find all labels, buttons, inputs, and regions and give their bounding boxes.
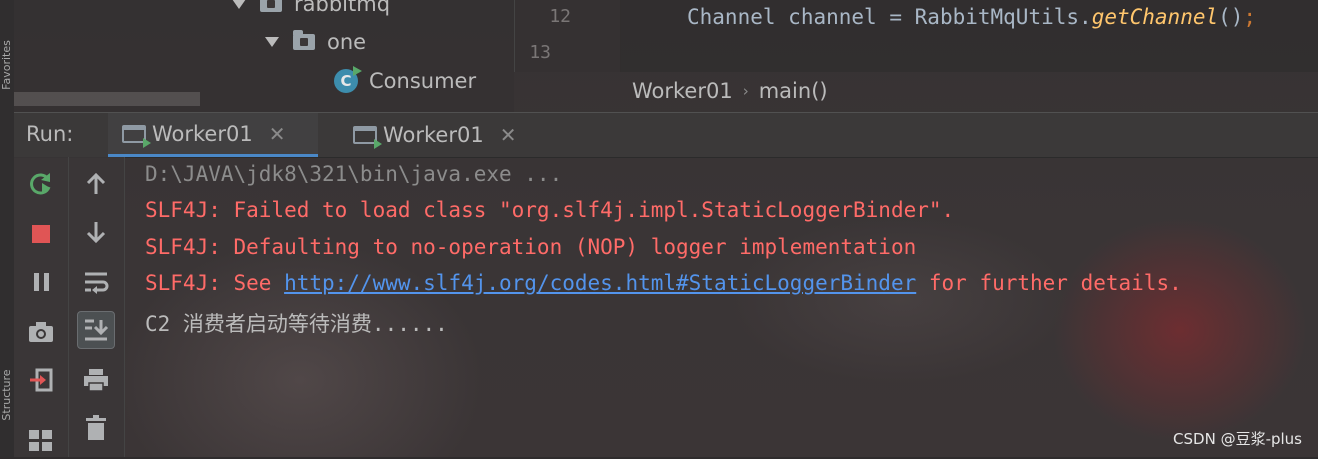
run-toolbar-primary <box>14 157 69 457</box>
console-output[interactable]: D:\JAVA\jdk8\321\bin\java.exe ... SLF4J:… <box>124 157 1318 457</box>
trash-icon[interactable] <box>77 409 115 447</box>
run-toolbar-secondary <box>69 157 125 457</box>
down-arrow-icon[interactable] <box>77 213 115 251</box>
line-number: 12 <box>549 6 571 27</box>
stop-icon[interactable] <box>22 215 60 253</box>
java-class-icon: C <box>334 66 362 93</box>
tab-label: Worker01 <box>383 123 484 147</box>
close-icon[interactable]: ✕ <box>269 122 286 146</box>
package-folder-icon <box>260 0 282 12</box>
side-tool-strip: Favorites Structure <box>0 0 14 457</box>
login-icon[interactable] <box>22 361 60 399</box>
structure-tool-label[interactable]: Structure <box>0 358 14 432</box>
console-error-line: SLF4J: Failed to load class "org.slf4j.i… <box>145 198 955 222</box>
run-tab-bar: Run: Worker01 ✕ Worker01 ✕ <box>14 112 1318 158</box>
scroll-to-end-icon[interactable] <box>77 311 115 349</box>
tab-worker01[interactable]: Worker01 ✕ <box>353 113 563 157</box>
breadcrumb-method[interactable]: main() <box>759 79 828 103</box>
package-folder-icon <box>293 30 315 50</box>
editor-gutter: 12 13 <box>514 0 621 72</box>
tree-item-one[interactable]: one <box>265 24 366 60</box>
close-icon[interactable]: ✕ <box>500 123 517 147</box>
docs-link[interactable]: http://www.slf4j.org/codes.html#StaticLo… <box>284 271 916 295</box>
breadcrumb-class[interactable]: Worker01 <box>632 79 733 103</box>
console-line: C2 消费者启动等待消费...... <box>145 312 448 336</box>
tab-label: Worker01 <box>152 121 253 146</box>
tab-worker01-active[interactable]: Worker01 ✕ <box>108 113 318 157</box>
console-error-line: SLF4J: See http://www.slf4j.org/codes.ht… <box>145 271 1182 295</box>
expand-arrow-icon[interactable] <box>232 0 246 9</box>
up-arrow-icon[interactable] <box>77 165 115 203</box>
pause-icon[interactable] <box>22 263 60 301</box>
project-tree: rabbitmq one C Consumer <box>14 0 514 112</box>
chevron-right-icon: › <box>742 82 749 100</box>
tree-item-label: rabbitmq <box>294 0 391 16</box>
expand-arrow-icon[interactable] <box>265 37 279 47</box>
code-line: Channel channel = RabbitMqUtils.getChann… <box>687 5 1257 29</box>
tree-item-consumer[interactable]: C Consumer <box>334 63 476 99</box>
console-line: D:\JAVA\jdk8\321\bin\java.exe ... <box>145 162 563 186</box>
favorites-tool-label[interactable]: Favorites <box>0 28 14 102</box>
tree-item-label: one <box>327 30 367 54</box>
tree-item-rabbitmq[interactable]: rabbitmq <box>232 0 390 22</box>
console-error-line: SLF4J: Defaulting to no-operation (NOP) … <box>145 235 917 259</box>
watermark: CSDN @豆浆-plus <box>1173 430 1302 448</box>
layout-icon[interactable] <box>22 421 60 459</box>
tree-horizontal-scrollbar[interactable] <box>14 92 200 106</box>
print-icon[interactable] <box>77 361 115 399</box>
run-config-icon <box>353 126 382 149</box>
soft-wrap-icon[interactable] <box>77 263 115 301</box>
line-number: 13 <box>529 42 551 63</box>
breadcrumb: Worker01 › main() <box>620 72 1318 110</box>
camera-icon[interactable] <box>22 313 60 351</box>
run-config-icon <box>122 124 151 148</box>
tree-item-label: Consumer <box>369 69 477 93</box>
code-editor[interactable]: Channel channel = RabbitMqUtils.getChann… <box>620 0 1318 72</box>
run-label: Run: <box>26 122 74 146</box>
rerun-icon[interactable] <box>22 165 60 203</box>
